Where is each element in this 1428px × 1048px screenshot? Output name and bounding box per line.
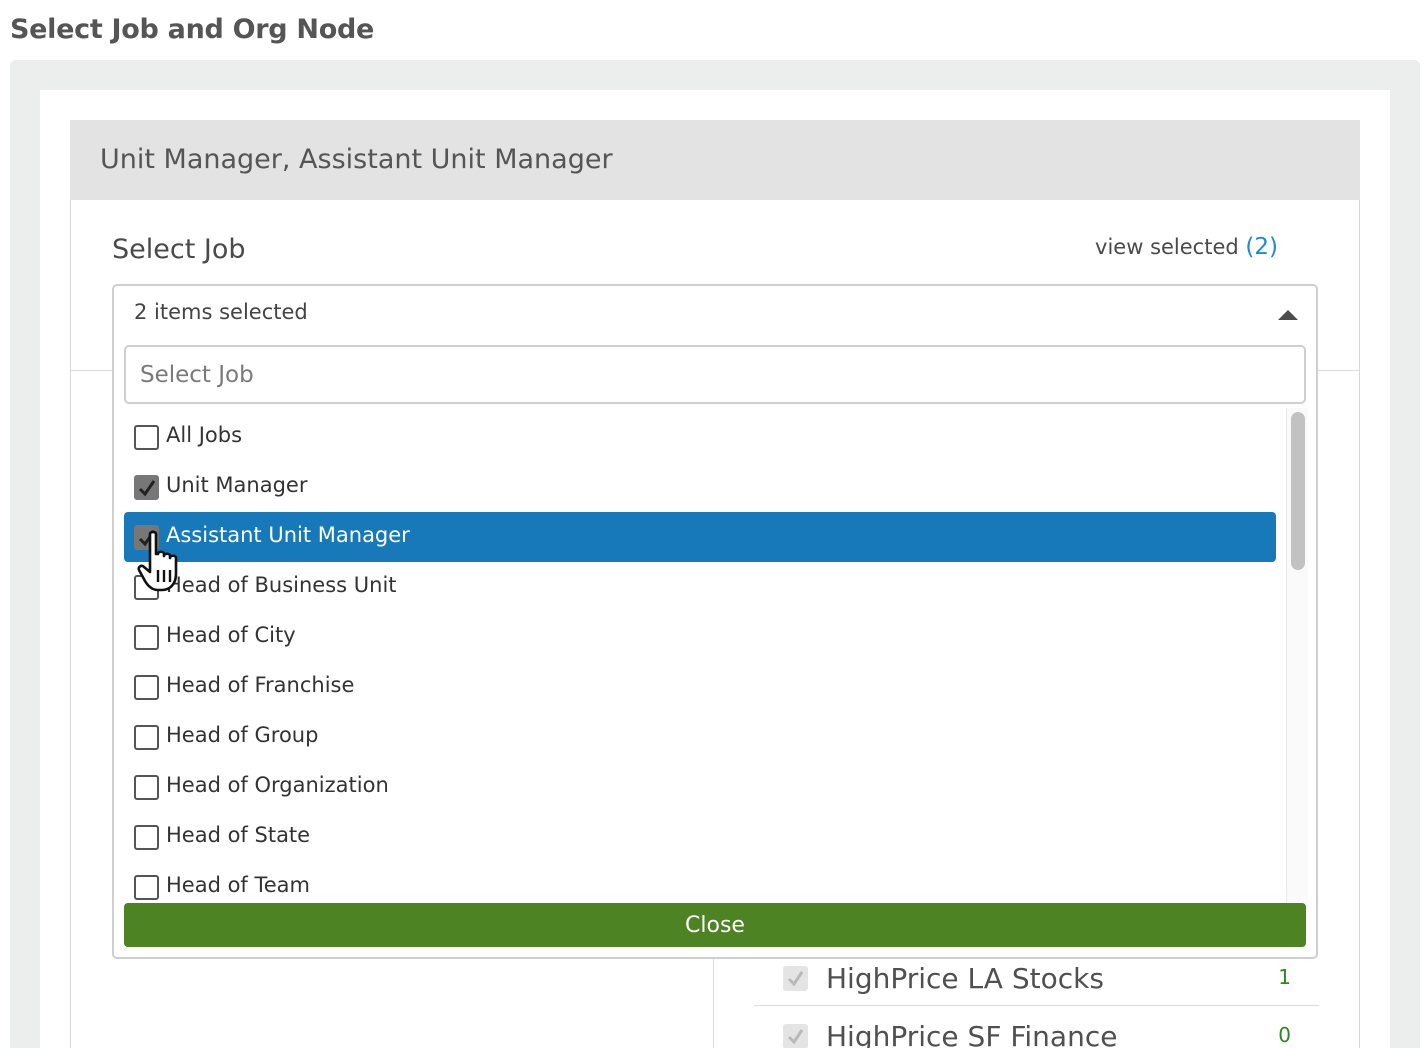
job-multiselect[interactable]: 2 items selected All Jobs Unit Manager A…: [112, 284, 1318, 959]
option-checkbox[interactable]: [134, 825, 159, 850]
page-title: Select Job and Org Node: [10, 14, 375, 45]
option-label: Head of Group: [166, 723, 319, 747]
option-head-of-organization[interactable]: Head of Organization: [124, 762, 1276, 812]
option-unit-manager[interactable]: Unit Manager: [124, 462, 1276, 512]
caret-up-icon[interactable]: [1278, 310, 1298, 320]
option-label: Head of Team: [166, 873, 311, 897]
check-icon: [787, 971, 804, 987]
option-checkbox[interactable]: [134, 575, 159, 600]
option-checkbox[interactable]: [134, 725, 159, 750]
option-head-of-franchise[interactable]: Head of Franchise: [124, 662, 1276, 712]
check-icon: [138, 480, 156, 497]
option-head-of-business-unit[interactable]: Head of Business Unit: [124, 562, 1276, 612]
scrollbar-thumb[interactable]: [1291, 412, 1305, 570]
close-button[interactable]: Close: [124, 903, 1306, 947]
org-node-checkbox[interactable]: [783, 966, 808, 991]
option-checkbox[interactable]: [134, 425, 159, 450]
option-checkbox[interactable]: [134, 775, 159, 800]
option-checkbox[interactable]: [134, 475, 159, 500]
option-label: Unit Manager: [166, 473, 308, 497]
select-job-label: Select Job: [112, 234, 246, 265]
org-node-name: HighPrice SF Finance: [826, 1020, 1118, 1048]
option-checkbox[interactable]: [134, 875, 159, 900]
option-head-of-state[interactable]: Head of State: [124, 812, 1276, 862]
option-label: Head of City: [166, 623, 296, 647]
option-checkbox[interactable]: [134, 525, 159, 550]
option-assistant-unit-manager[interactable]: Assistant Unit Manager: [124, 512, 1276, 562]
org-node-name: HighPrice LA Stocks: [826, 962, 1104, 995]
org-node-count: 0: [1278, 1023, 1291, 1047]
check-icon: [787, 1029, 804, 1045]
job-search-input[interactable]: [124, 345, 1306, 404]
option-label: Head of Business Unit: [166, 573, 397, 597]
view-selected-count: (2): [1245, 234, 1278, 260]
selection-summary: Unit Manager, Assistant Unit Manager: [100, 144, 613, 175]
org-node-count: 1: [1278, 965, 1291, 989]
selection-header: Unit Manager, Assistant Unit Manager: [70, 120, 1360, 200]
option-label: Assistant Unit Manager: [166, 523, 410, 547]
org-node-list: HighPrice LA Stocks 1 HighPrice SF Finan…: [713, 950, 1319, 1048]
option-head-of-city[interactable]: Head of City: [124, 612, 1276, 662]
option-all-jobs[interactable]: All Jobs: [124, 412, 1276, 462]
option-head-of-team[interactable]: Head of Team: [124, 862, 1276, 904]
view-selected-text: view selected: [1095, 235, 1239, 259]
option-head-of-group[interactable]: Head of Group: [124, 712, 1276, 762]
org-node-row[interactable]: HighPrice SF Finance 0: [754, 1008, 1319, 1048]
check-icon: [138, 530, 156, 547]
option-checkbox[interactable]: [134, 675, 159, 700]
option-label: All Jobs: [166, 423, 243, 447]
job-options-list: All Jobs Unit Manager Assistant Unit Man…: [124, 412, 1306, 904]
org-node-checkbox[interactable]: [783, 1024, 808, 1048]
dropdown-selected-summary: 2 items selected: [134, 300, 308, 324]
option-label: Head of Franchise: [166, 673, 355, 697]
options-scrollbar[interactable]: [1286, 408, 1308, 904]
option-label: Head of State: [166, 823, 311, 847]
option-label: Head of Organization: [166, 773, 389, 797]
view-selected-link[interactable]: view selected (2): [1095, 234, 1278, 260]
option-checkbox[interactable]: [134, 625, 159, 650]
